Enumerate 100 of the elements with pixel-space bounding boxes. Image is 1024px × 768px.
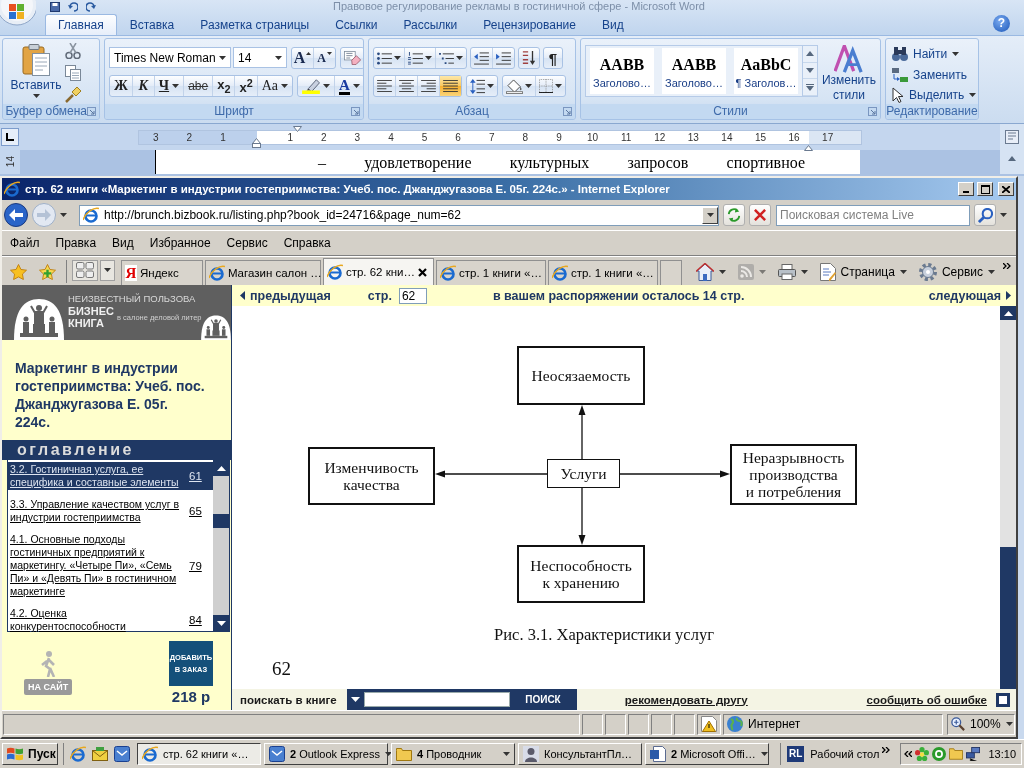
toc-page-link[interactable]: 79 xyxy=(185,532,213,599)
dropdown-button[interactable] xyxy=(702,206,718,224)
zoom-button[interactable]: 100% xyxy=(947,713,1015,735)
taskbar-button[interactable]: 2 Outlook Express xyxy=(264,743,388,765)
toc-page-link[interactable]: 84 xyxy=(185,606,213,634)
menu-item[interactable]: Файл xyxy=(4,234,46,252)
back-icon[interactable] xyxy=(4,203,28,227)
report-link[interactable]: сообщить об ошибке xyxy=(866,693,987,706)
taskbar-button[interactable]: 2 Microsoft Offi… xyxy=(645,743,769,765)
address-field[interactable]: http://brunch.bizbook.ru/listing.php?book_id=24716&page_num=62 xyxy=(79,204,719,226)
subscript-button[interactable]: x$_{2}$ xyxy=(212,76,235,96)
clear-formatting-button[interactable] xyxy=(340,47,363,69)
font-color-button[interactable]: A xyxy=(334,76,363,96)
scissors-icon[interactable] xyxy=(65,43,81,59)
browser-tab[interactable]: стр. 62 кни… xyxy=(322,258,434,285)
next-link[interactable]: следующая xyxy=(928,288,1011,303)
network-icon[interactable] xyxy=(966,747,981,761)
taskbar-button[interactable]: 4 Проводник xyxy=(391,743,515,765)
ribbon-tab[interactable]: Разметка страницы xyxy=(187,14,323,35)
search-field[interactable]: Поисковая система Live xyxy=(776,204,970,226)
ribbon-tab[interactable]: Вставка xyxy=(116,14,188,35)
borders-button[interactable] xyxy=(535,76,565,96)
toc-link[interactable]: 3.2. Гостиничная услуга, ее специфика и составные элементы xyxy=(8,462,185,490)
toc-link[interactable]: 3.3. Управление качеством услуг в индустрии гостеприимства xyxy=(8,497,185,525)
grow-font-button[interactable]: A xyxy=(292,48,313,68)
toc-page-link[interactable]: 61 xyxy=(185,462,213,490)
dialog-launcher-icon[interactable] xyxy=(87,107,96,116)
bold-button[interactable]: Ж xyxy=(110,76,132,96)
multilevel-list-button[interactable] xyxy=(435,48,466,68)
dialog-launcher-icon[interactable] xyxy=(563,107,572,116)
tools-menu-button[interactable]: Сервис xyxy=(914,263,999,281)
tab-stop-button[interactable] xyxy=(1,128,19,146)
strikethrough-button[interactable]: abe xyxy=(183,76,213,96)
start-button[interactable]: Пуск xyxy=(2,743,58,765)
shrink-font-button[interactable]: A xyxy=(313,48,335,68)
browser-tab[interactable]: Я Яндекс xyxy=(121,260,203,285)
close-button[interactable] xyxy=(998,182,1014,196)
maximize-button[interactable] xyxy=(977,182,993,196)
paste-button[interactable]: Вставить xyxy=(7,39,65,104)
taskbar-button[interactable]: стр. 62 книги «… xyxy=(137,743,261,765)
search-field[interactable] xyxy=(363,692,510,707)
style-option[interactable]: AABB Заголово… xyxy=(590,48,654,94)
minimize-button[interactable] xyxy=(958,182,974,196)
page-field[interactable]: 62 xyxy=(398,287,427,304)
view-ruler-button[interactable] xyxy=(1005,130,1019,144)
browser-tab[interactable]: Магазин салон … xyxy=(204,260,321,285)
save-icon[interactable] xyxy=(50,1,60,12)
show-marks-button[interactable]: ¶ xyxy=(543,47,563,69)
italic-button[interactable]: К xyxy=(131,76,154,96)
ribbon-tab[interactable]: Ссылки xyxy=(322,14,391,35)
envelope-icon[interactable] xyxy=(92,747,108,761)
office-logo-icon[interactable] xyxy=(0,0,36,26)
search-button[interactable]: ПОИСК xyxy=(525,694,561,705)
toc-link[interactable]: 4.2. Оценка конкурентоспособности xyxy=(8,606,185,634)
change-styles-button[interactable]: Изменить стили xyxy=(820,39,878,104)
redo-icon[interactable] xyxy=(86,1,96,12)
style-option[interactable]: AaBbC ¶ Заголов… xyxy=(734,48,798,94)
browser-icon[interactable] xyxy=(70,746,86,762)
align-center-button[interactable] xyxy=(395,76,417,96)
scroll-up-icon[interactable] xyxy=(1008,156,1016,161)
menu-item[interactable]: Вид xyxy=(106,234,140,252)
recommend-link[interactable]: рекомендовать другу xyxy=(624,693,748,706)
dropdown-button[interactable] xyxy=(350,697,360,702)
select-button[interactable]: Выделить xyxy=(892,86,977,104)
dialog-launcher-icon[interactable] xyxy=(351,107,360,116)
indent-marker-icon[interactable] xyxy=(252,137,261,148)
superscript-button[interactable]: x$^{2}$ xyxy=(234,76,257,96)
line-spacing-button[interactable] xyxy=(466,75,498,97)
dialog-launcher-icon[interactable] xyxy=(868,107,877,116)
increase-indent-button[interactable] xyxy=(492,48,514,68)
underline-button[interactable]: Ч xyxy=(153,76,184,96)
change-case-button[interactable]: Aa xyxy=(256,76,292,96)
flower-icon[interactable] xyxy=(915,747,930,761)
menu-item[interactable]: Правка xyxy=(49,234,103,252)
scroll-up-button[interactable] xyxy=(1000,306,1016,320)
justify-button[interactable] xyxy=(439,76,461,96)
star-icon[interactable] xyxy=(10,264,27,280)
toc-link[interactable]: 4.1. Основные подходы гостиничных предприятий к маркетингу. «Четыре Пи», «Семь Пи» и «Девять Пи» в гостиничном маркетинге xyxy=(8,532,185,599)
ring-icon[interactable] xyxy=(932,747,947,761)
font-size-field[interactable]: 14 xyxy=(233,47,287,68)
ribbon-tab[interactable]: Рассылки xyxy=(390,14,471,35)
ribbon-tab[interactable]: Рецензирование xyxy=(470,14,589,35)
style-option[interactable]: AABB Заголово… xyxy=(662,48,726,94)
font-name-field[interactable]: Times New Roman xyxy=(109,47,231,68)
chevron-icon[interactable] xyxy=(1003,263,1011,269)
tab-list-button[interactable] xyxy=(100,259,115,281)
taskbar-button[interactable]: КонсультантПл… xyxy=(518,743,642,765)
toc-page-link[interactable]: 65 xyxy=(185,497,213,525)
ribbon-tab[interactable]: Вид xyxy=(588,14,637,35)
menu-item[interactable]: Сервис xyxy=(220,234,274,252)
previous-link[interactable]: предыдущая xyxy=(240,288,331,303)
menu-item[interactable]: Справка xyxy=(277,234,337,252)
refresh-button[interactable] xyxy=(723,204,745,226)
close-icon[interactable] xyxy=(418,267,427,277)
ribbon-tab[interactable]: Главная xyxy=(45,14,117,35)
scrollbar-thumb[interactable] xyxy=(213,514,229,528)
find-button[interactable]: Найти xyxy=(892,45,977,63)
chevron-icon[interactable] xyxy=(882,747,891,753)
quick-tabs-button[interactable] xyxy=(72,259,98,281)
numbering-button[interactable] xyxy=(404,48,435,68)
